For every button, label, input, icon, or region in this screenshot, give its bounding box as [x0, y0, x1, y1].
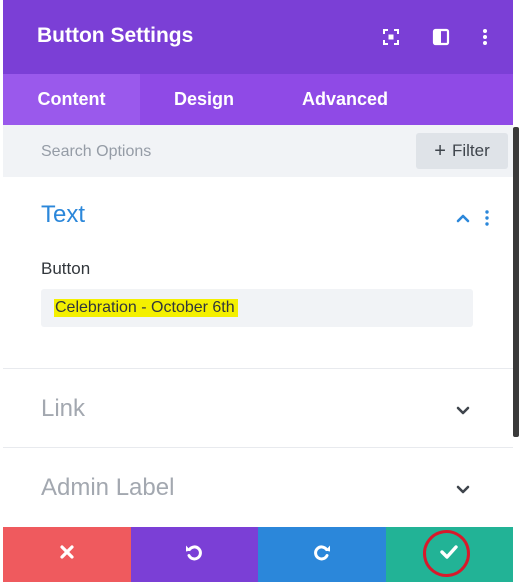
plus-icon: +	[434, 140, 446, 162]
page: Button Settings Content Design Advanced …	[0, 0, 519, 585]
annotation-circle	[419, 526, 473, 581]
section-title-text[interactable]: Text	[41, 201, 85, 229]
section-title-admin-label[interactable]: Admin Label	[41, 474, 174, 502]
cancel-button[interactable]	[3, 527, 131, 582]
section-divider	[3, 447, 513, 448]
tab-design[interactable]: Design	[140, 74, 268, 125]
panel-header: Button Settings	[3, 0, 513, 74]
action-footer	[3, 526, 513, 582]
redo-icon	[312, 542, 332, 567]
tab-content[interactable]: Content	[3, 74, 140, 125]
section-title-link[interactable]: Link	[41, 395, 85, 423]
search-row: + Filter	[3, 125, 513, 177]
expand-icon[interactable]	[381, 26, 401, 48]
button-text-field[interactable]: Celebration - October 6th	[41, 289, 473, 327]
chevron-down-icon[interactable]	[454, 481, 472, 499]
undo-button[interactable]	[130, 527, 258, 582]
tab-bar: Content Design Advanced	[3, 74, 513, 125]
filter-button[interactable]: + Filter	[416, 133, 508, 169]
split-view-icon[interactable]	[431, 26, 451, 48]
button-settings-panel: Button Settings Content Design Advanced …	[3, 0, 513, 585]
filter-label: Filter	[451, 141, 490, 160]
chevron-down-icon[interactable]	[454, 402, 472, 420]
save-button[interactable]	[385, 526, 513, 582]
section-divider	[3, 368, 513, 369]
tab-advanced[interactable]: Advanced	[268, 74, 422, 125]
close-icon	[60, 545, 74, 564]
button-text-value: Celebration - October 6th	[54, 299, 238, 317]
scrollbar[interactable]	[513, 127, 519, 437]
button-field-label: Button	[41, 259, 91, 278]
panel-title: Button Settings	[37, 24, 194, 47]
section-menu-icon[interactable]	[483, 209, 491, 227]
redo-button[interactable]	[258, 527, 386, 582]
more-vertical-icon[interactable]	[475, 26, 495, 48]
undo-icon	[184, 542, 204, 567]
search-input[interactable]	[41, 139, 401, 165]
chevron-up-icon[interactable]	[454, 209, 472, 227]
